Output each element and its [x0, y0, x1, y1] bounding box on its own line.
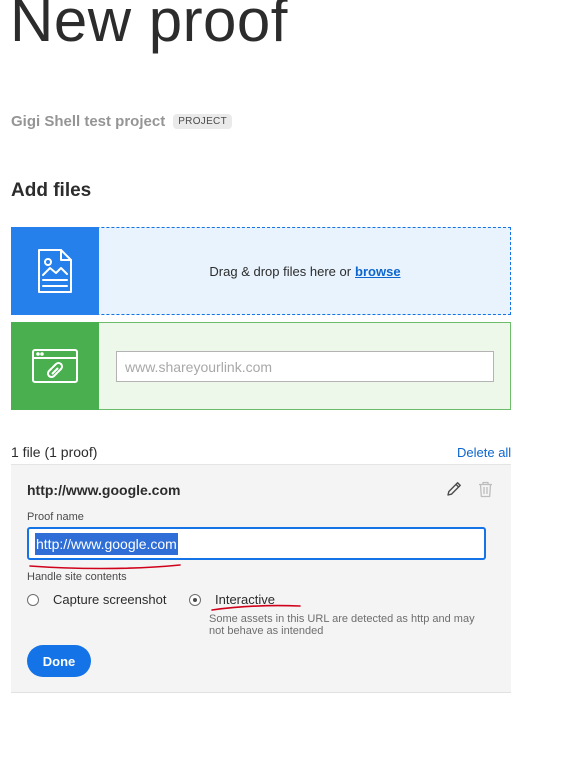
capture-screenshot-option[interactable]: Capture screenshot — [27, 592, 166, 607]
link-browser-icon — [11, 322, 99, 410]
delete-all-link[interactable]: Delete all — [457, 445, 511, 460]
proof-name-value: http://www.google.com — [35, 532, 178, 555]
capture-screenshot-radio[interactable] — [27, 593, 39, 606]
interactive-radio[interactable] — [189, 593, 201, 606]
browse-link[interactable]: browse — [355, 264, 401, 279]
handle-site-label: Handle site contents — [27, 571, 127, 583]
add-files-heading: Add files — [11, 180, 92, 201]
link-zone — [11, 322, 511, 410]
project-name[interactable]: Gigi Shell test project — [11, 113, 165, 130]
trash-icon[interactable] — [478, 481, 493, 503]
file-count: 1 file (1 proof) — [11, 444, 98, 460]
link-url-input[interactable] — [116, 351, 494, 382]
file-image-icon — [11, 227, 99, 315]
proof-name-input[interactable]: http://www.google.com — [27, 527, 486, 560]
project-badge: PROJECT — [173, 114, 232, 129]
project-row: Gigi Shell test project PROJECT — [11, 113, 232, 130]
pencil-icon[interactable] — [445, 480, 463, 503]
proof-card: http://www.google.com Proof name http://… — [11, 464, 511, 693]
proof-url: http://www.google.com — [27, 482, 181, 498]
file-drop-zone[interactable]: Drag & drop files here or browse — [11, 227, 511, 315]
http-warning-text: Some assets in this URL are detected as … — [209, 613, 475, 637]
drop-instructions: Drag & drop files here or browse — [100, 228, 510, 314]
drop-text: Drag & drop files here or — [209, 263, 352, 279]
proof-name-label: Proof name — [27, 511, 84, 523]
capture-screenshot-label: Capture screenshot — [53, 592, 167, 607]
done-button[interactable]: Done — [27, 645, 91, 677]
interactive-option[interactable]: Interactive — [189, 592, 275, 607]
interactive-label: Interactive — [215, 592, 275, 607]
page-title: New proof — [10, 0, 288, 54]
